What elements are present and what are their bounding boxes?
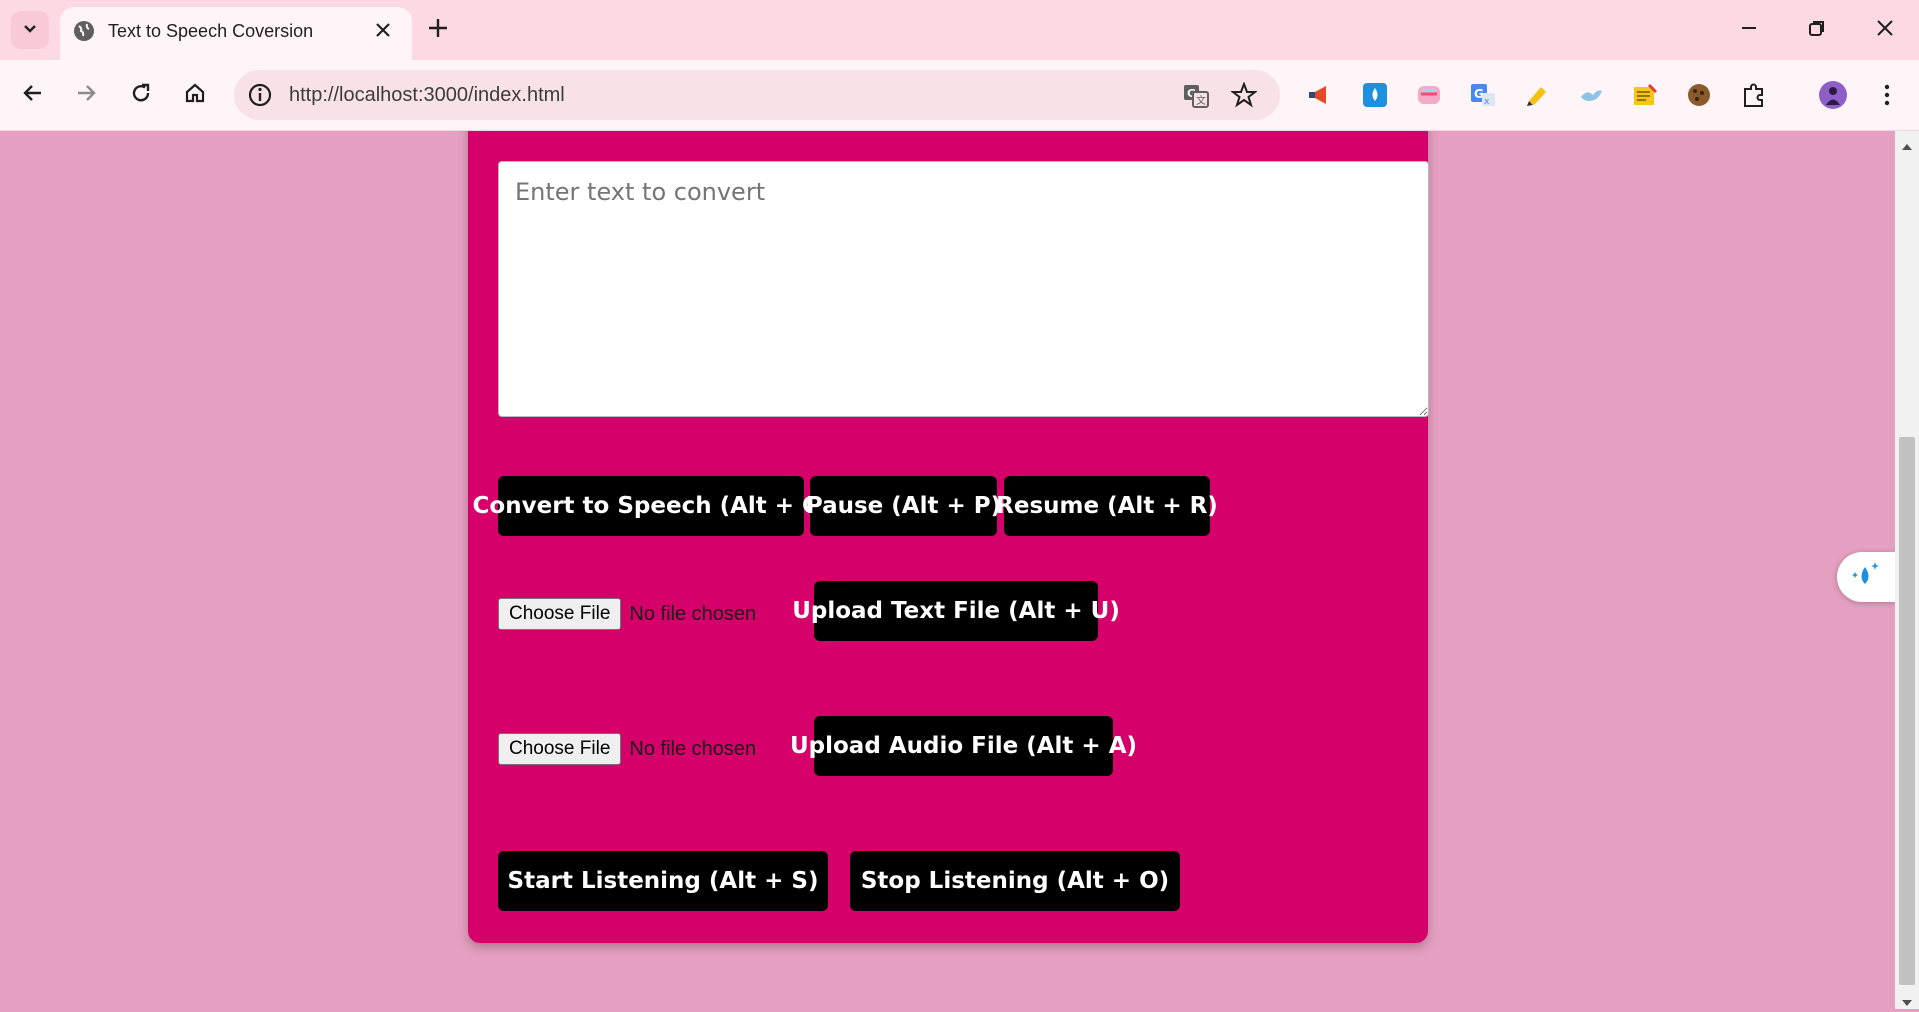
upload-text-button[interactable]: Upload Text File (Alt + U) [792, 581, 1120, 641]
reload-icon [129, 81, 153, 109]
chevron-down-icon [22, 20, 38, 40]
address-bar[interactable]: http://localhost:3000/index.html G文 [234, 70, 1280, 120]
home-button[interactable] [177, 77, 213, 113]
profile-avatar[interactable] [1818, 80, 1848, 110]
vertical-scrollbar[interactable] [1895, 131, 1919, 1009]
globe-icon [72, 19, 96, 47]
stop-listening-button[interactable]: Stop Listening (Alt + O) [850, 851, 1180, 911]
star-icon[interactable] [1230, 81, 1258, 112]
mask-extension-icon[interactable] [1414, 80, 1444, 110]
back-button[interactable] [15, 77, 51, 113]
restore-button[interactable] [1794, 14, 1840, 46]
translate-icon[interactable]: G文 [1182, 82, 1210, 114]
resume-button[interactable]: Resume (Alt + R) [996, 476, 1218, 536]
text-file-status: No file chosen [629, 602, 757, 625]
minimize-icon [1740, 19, 1758, 41]
browser-tab[interactable]: Text to Speech Coversion [60, 7, 412, 60]
upload-audio-button[interactable]: Upload Audio File (Alt + A) [790, 716, 1137, 776]
reload-button[interactable] [123, 77, 159, 113]
url-text: http://localhost:3000/index.html [289, 84, 565, 106]
restore-icon [1808, 19, 1826, 41]
svg-text:文: 文 [1196, 94, 1206, 107]
water-drop-extension-icon[interactable] [1360, 80, 1390, 110]
convert-button[interactable]: Convert to Speech (Alt + C) [473, 476, 829, 536]
choose-audio-file-button[interactable]: Choose File [498, 733, 622, 765]
text-input[interactable] [498, 161, 1429, 417]
audio-file-status: No file chosen [629, 737, 757, 760]
text-file-input: Choose File No file chosen [498, 598, 756, 630]
close-icon[interactable] [372, 19, 394, 45]
bird-extension-icon[interactable] [1576, 80, 1606, 110]
choose-text-file-button[interactable]: Choose File [498, 598, 622, 630]
close-icon [1875, 18, 1895, 42]
forward-button[interactable] [68, 77, 104, 113]
svg-text:x: x [1484, 97, 1490, 107]
audio-file-input: Choose File No file chosen [498, 733, 756, 765]
plus-icon[interactable] [424, 14, 452, 46]
minimize-button[interactable] [1726, 14, 1772, 46]
window-close-button[interactable] [1862, 14, 1908, 46]
scroll-down-arrow-icon[interactable] [1901, 993, 1913, 1012]
tab-bar: Text to Speech Coversion [0, 0, 1919, 60]
megaphone-extension-icon[interactable] [1305, 80, 1335, 110]
kebab-menu-icon[interactable] [1872, 80, 1902, 110]
sparkle-drop-icon [1849, 558, 1883, 596]
tab-title: Text to Speech Coversion [108, 21, 314, 41]
google-translate-extension-icon[interactable]: Gx [1468, 80, 1498, 110]
floating-assistant-widget[interactable] [1837, 552, 1895, 602]
start-listening-button[interactable]: Start Listening (Alt + S) [498, 851, 828, 911]
cookie-extension-icon[interactable] [1684, 80, 1714, 110]
highlighter-extension-icon[interactable] [1522, 80, 1552, 110]
home-icon [183, 81, 207, 109]
notepad-extension-icon[interactable] [1630, 80, 1660, 110]
pause-button[interactable]: Pause (Alt + P) [806, 476, 1001, 536]
page-viewport: Convert to Speech (Alt + C) Pause (Alt +… [0, 131, 1895, 1009]
arrow-right-icon [74, 81, 98, 109]
tab-search-button[interactable] [11, 11, 49, 49]
info-icon[interactable] [247, 82, 273, 112]
browser-toolbar: http://localhost:3000/index.html G文 Gx [0, 60, 1919, 131]
puzzle-icon[interactable] [1739, 80, 1769, 110]
tts-card: Convert to Speech (Alt + C) Pause (Alt +… [468, 131, 1429, 943]
scroll-up-arrow-icon[interactable] [1901, 137, 1913, 156]
arrow-left-icon [21, 81, 45, 109]
scrollbar-thumb[interactable] [1899, 437, 1915, 985]
